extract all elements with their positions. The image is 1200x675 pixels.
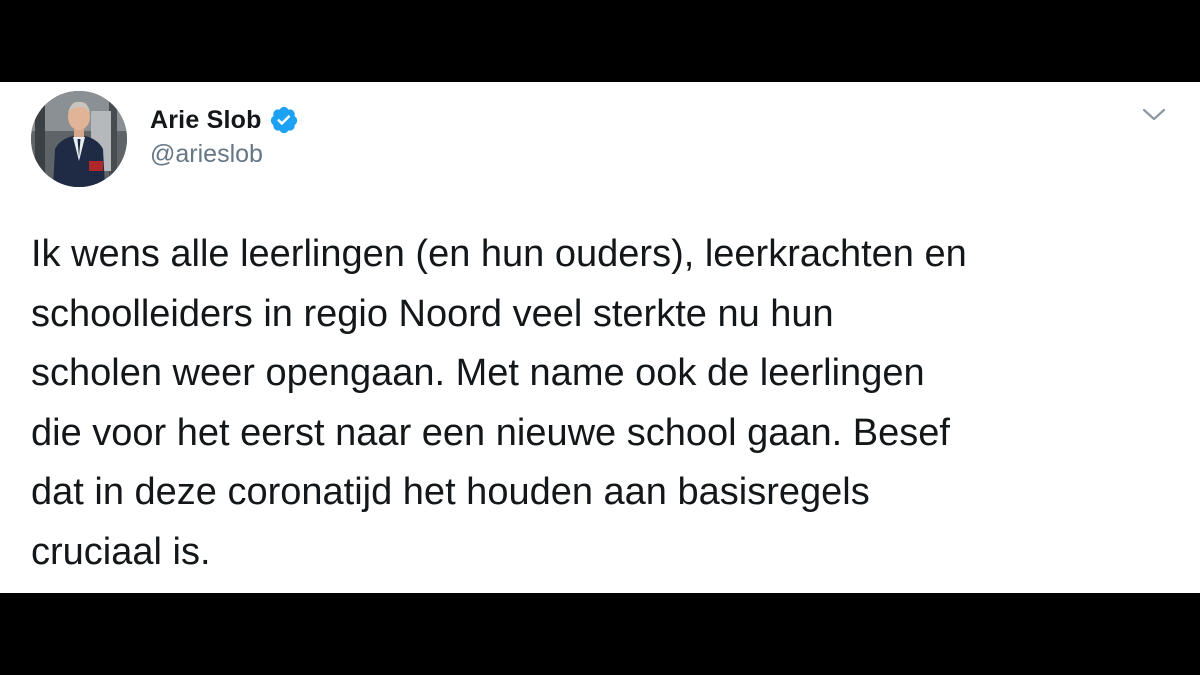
verified-badge-icon — [269, 105, 299, 135]
author-handle[interactable]: @arieslob — [150, 140, 263, 169]
author-row: Arie Slob — [150, 102, 299, 138]
avatar[interactable] — [31, 91, 127, 187]
avatar-photo — [31, 91, 127, 187]
video-frame: Arie Slob @arieslob Ik wens alle leerlin… — [0, 0, 1200, 675]
tweet-card: Arie Slob @arieslob Ik wens alle leerlin… — [0, 82, 1200, 593]
author-name[interactable]: Arie Slob — [150, 106, 262, 135]
tweet-text: Ik wens alle leerlingen (en hun ouders),… — [31, 233, 967, 573]
chevron-down-icon[interactable] — [1141, 106, 1167, 124]
